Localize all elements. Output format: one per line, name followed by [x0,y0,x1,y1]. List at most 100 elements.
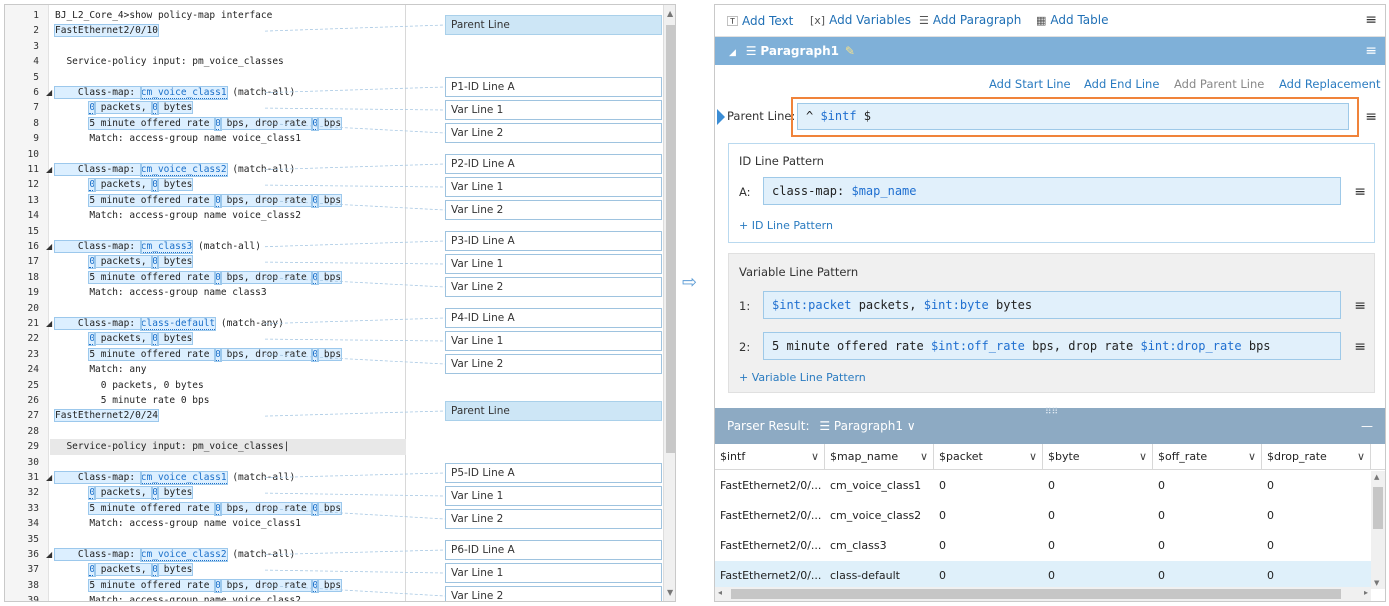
id-line-variable: $map_name [851,184,917,198]
line-label-box[interactable]: P5-ID Line A [445,463,662,483]
chevron-down-icon[interactable]: ∨ [811,444,819,470]
line-label-box[interactable]: P4-ID Line A [445,308,662,328]
add-variables-button[interactable]: [x] Add Variables [810,13,911,27]
parent-line-marker-icon [717,109,725,125]
chevron-down-icon[interactable]: ∨ [1139,444,1147,470]
table-horizontal-scrollbar[interactable]: ◂ ▸ [715,587,1371,601]
table-scroll-up-icon[interactable]: ▲ [1374,473,1379,481]
text-icon: 🅃 [727,15,738,28]
line-connector [264,410,446,417]
line-label-box[interactable]: Var Line 2 [445,123,662,143]
code-editor-panel: 1 2 3 4 5 6 7 8 9 10 11 12 13 14 15 16 17 18 19 20 21 22 23 24 2… [4,4,676,602]
chevron-down-icon[interactable]: ∨ [1248,444,1256,470]
add-parent-line-link[interactable]: Add Parent Line [1174,77,1264,91]
chevron-down-icon[interactable]: ∨ [920,444,928,470]
line-connector [264,585,446,597]
column-header[interactable]: $off_rate ∨ [1153,444,1262,470]
table-scrollbar-thumb[interactable] [1373,487,1383,529]
line-label-box[interactable]: Var Line 2 [445,509,662,529]
resize-grip-icon[interactable]: ⠿⠿ [1045,407,1058,417]
line-label-box[interactable]: Var Line 1 [445,331,662,351]
edit-pencil-icon[interactable]: ✎ [845,44,855,58]
line-label-box[interactable]: Var Line 1 [445,563,662,583]
table-cell: 0 [1048,509,1055,522]
collapse-triangle-icon[interactable]: ◢ [729,48,736,58]
add-text-button[interactable]: 🅃 Add Text [727,13,793,29]
paragraph-header[interactable]: ◢ ☰ Paragraph1 ✎ ≡ [715,37,1385,65]
line-label-box[interactable]: P1-ID Line A [445,77,662,97]
scroll-down-icon[interactable]: ▼ [667,588,673,597]
add-replacement-link[interactable]: Add Replacement [1279,77,1380,91]
chevron-down-icon[interactable]: ∨ [907,419,916,433]
table-scroll-down-icon[interactable]: ▼ [1374,579,1379,587]
add-end-line-link[interactable]: Add End Line [1084,77,1159,91]
table-row[interactable]: FastEthernet2/0/... cm_class3 0 0 0 0 [715,531,1371,561]
var-row-label: 1: [739,299,751,313]
column-header[interactable]: $map_name ∨ [825,444,934,470]
column-header-label: $off_rate [1158,450,1208,463]
table-scroll-left-icon[interactable]: ◂ [718,588,722,597]
table-row[interactable]: FastEthernet2/0/... cm_voice_class1 0 0 0 0 [715,471,1371,501]
pattern-variable: $int:packet [772,298,852,312]
line-label-box[interactable]: Var Line 1 [445,100,662,120]
pattern-variable: $int:off_rate [930,339,1025,353]
line-label-box[interactable]: P6-ID Line A [445,540,662,560]
chevron-down-icon[interactable]: ∨ [1029,444,1037,470]
table-row[interactable]: FastEthernet2/0/... cm_voice_class2 0 0 0 0 [715,501,1371,531]
editor-vertical-scrollbar[interactable]: ▲ ▼ [663,5,675,601]
table-scroll-right-icon[interactable]: ▸ [1364,588,1368,597]
paragraph-icon: ☰ [745,44,757,58]
scrollbar-thumb[interactable] [666,25,675,453]
column-header[interactable]: $intf ∨ [715,444,825,470]
line-connector [264,472,446,479]
table-cell: FastEthernet2/0/... [720,479,822,492]
variable-line-input[interactable]: 5 minute offered rate $int:off_rate bps,… [763,332,1341,360]
line-label-box[interactable]: Var Line 2 [445,200,662,220]
scroll-up-icon[interactable]: ▲ [667,9,673,18]
table-cell: 0 [1267,479,1274,492]
table-vertical-scrollbar[interactable]: ▲ ▼ [1371,471,1385,589]
add-variable-line-pattern-link[interactable]: + Variable Line Pattern [739,371,866,384]
toolbar: 🅃 Add Text [x] Add Variables ☰ Add Paragrap… [715,5,1385,37]
add-id-line-pattern-link[interactable]: + ID Line Pattern [739,219,833,232]
parent-line-menu-icon[interactable]: ≡ [1365,109,1377,125]
chevron-down-icon[interactable]: ∨ [1357,444,1365,470]
parent-line-prefix: ^ [806,109,821,123]
line-label-box[interactable]: Parent Line [445,401,662,421]
table-cell: 0 [1048,479,1055,492]
column-header[interactable]: $byte ∨ [1043,444,1153,470]
line-label-box[interactable]: P2-ID Line A [445,154,662,174]
line-label-box[interactable]: P3-ID Line A [445,231,662,251]
parent-line-input[interactable]: ^ $intf $ [797,103,1349,130]
line-connector [264,492,446,497]
id-line-menu-icon[interactable]: ≡ [1354,184,1366,200]
add-paragraph-button[interactable]: ☰ Add Paragraph [919,13,1021,27]
table-cell: 0 [939,509,946,522]
column-header-label: $map_name [830,450,899,463]
parser-result-paragraph[interactable]: Paragraph1 [834,419,903,433]
var-row-label: 2: [739,340,751,354]
line-label-box[interactable]: Var Line 1 [445,254,662,274]
add-table-button[interactable]: ▦ Add Table [1036,13,1108,27]
line-label-box[interactable]: Var Line 1 [445,486,662,506]
hamburger-menu-icon[interactable]: ≡ [1365,12,1377,28]
line-label-box[interactable]: Var Line 1 [445,177,662,197]
minimize-icon[interactable]: — [1361,408,1373,444]
variable-line-menu-icon[interactable]: ≡ [1354,339,1366,355]
line-label-box[interactable]: Var Line 2 [445,277,662,297]
id-line-input[interactable]: class-map: $map_name [763,177,1341,205]
variable-line-menu-icon[interactable]: ≡ [1354,298,1366,314]
paragraph-menu-icon[interactable]: ≡ [1365,37,1377,65]
line-connector [264,277,446,288]
table-hscroll-thumb[interactable] [731,589,1341,599]
add-start-line-link[interactable]: Add Start Line [989,77,1071,91]
column-header[interactable]: $packet ∨ [934,444,1043,470]
line-connector [264,184,446,188]
pattern-text: bps, drop rate [1024,339,1141,353]
column-header[interactable]: $drop_rate ∨ [1262,444,1371,470]
variable-line-input[interactable]: $int:packet packets, $int:byte bytes [763,291,1341,319]
line-label-box[interactable]: Var Line 2 [445,586,662,601]
pattern-text: 5 minute offered rate [772,339,931,353]
line-label-box[interactable]: Var Line 2 [445,354,662,374]
line-label-box[interactable]: Parent Line [445,15,662,35]
